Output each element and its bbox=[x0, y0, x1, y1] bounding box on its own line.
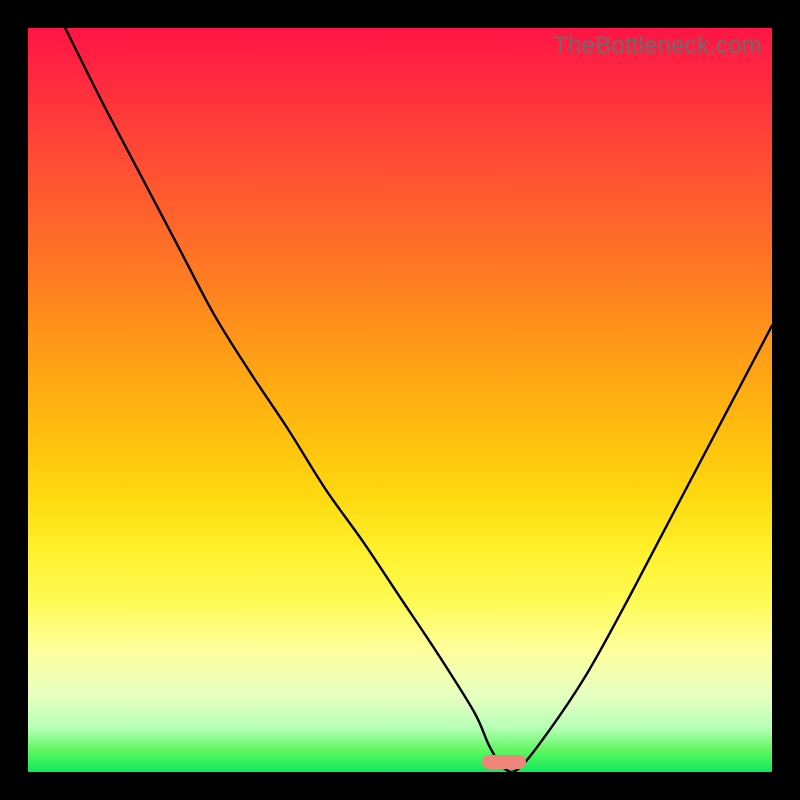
plot-area: TheBottleneck.com bbox=[28, 28, 772, 772]
chart-frame: TheBottleneck.com bbox=[0, 0, 800, 800]
bottleneck-curve bbox=[65, 28, 772, 772]
bottleneck-marker bbox=[482, 755, 527, 769]
curve-svg bbox=[28, 28, 772, 772]
